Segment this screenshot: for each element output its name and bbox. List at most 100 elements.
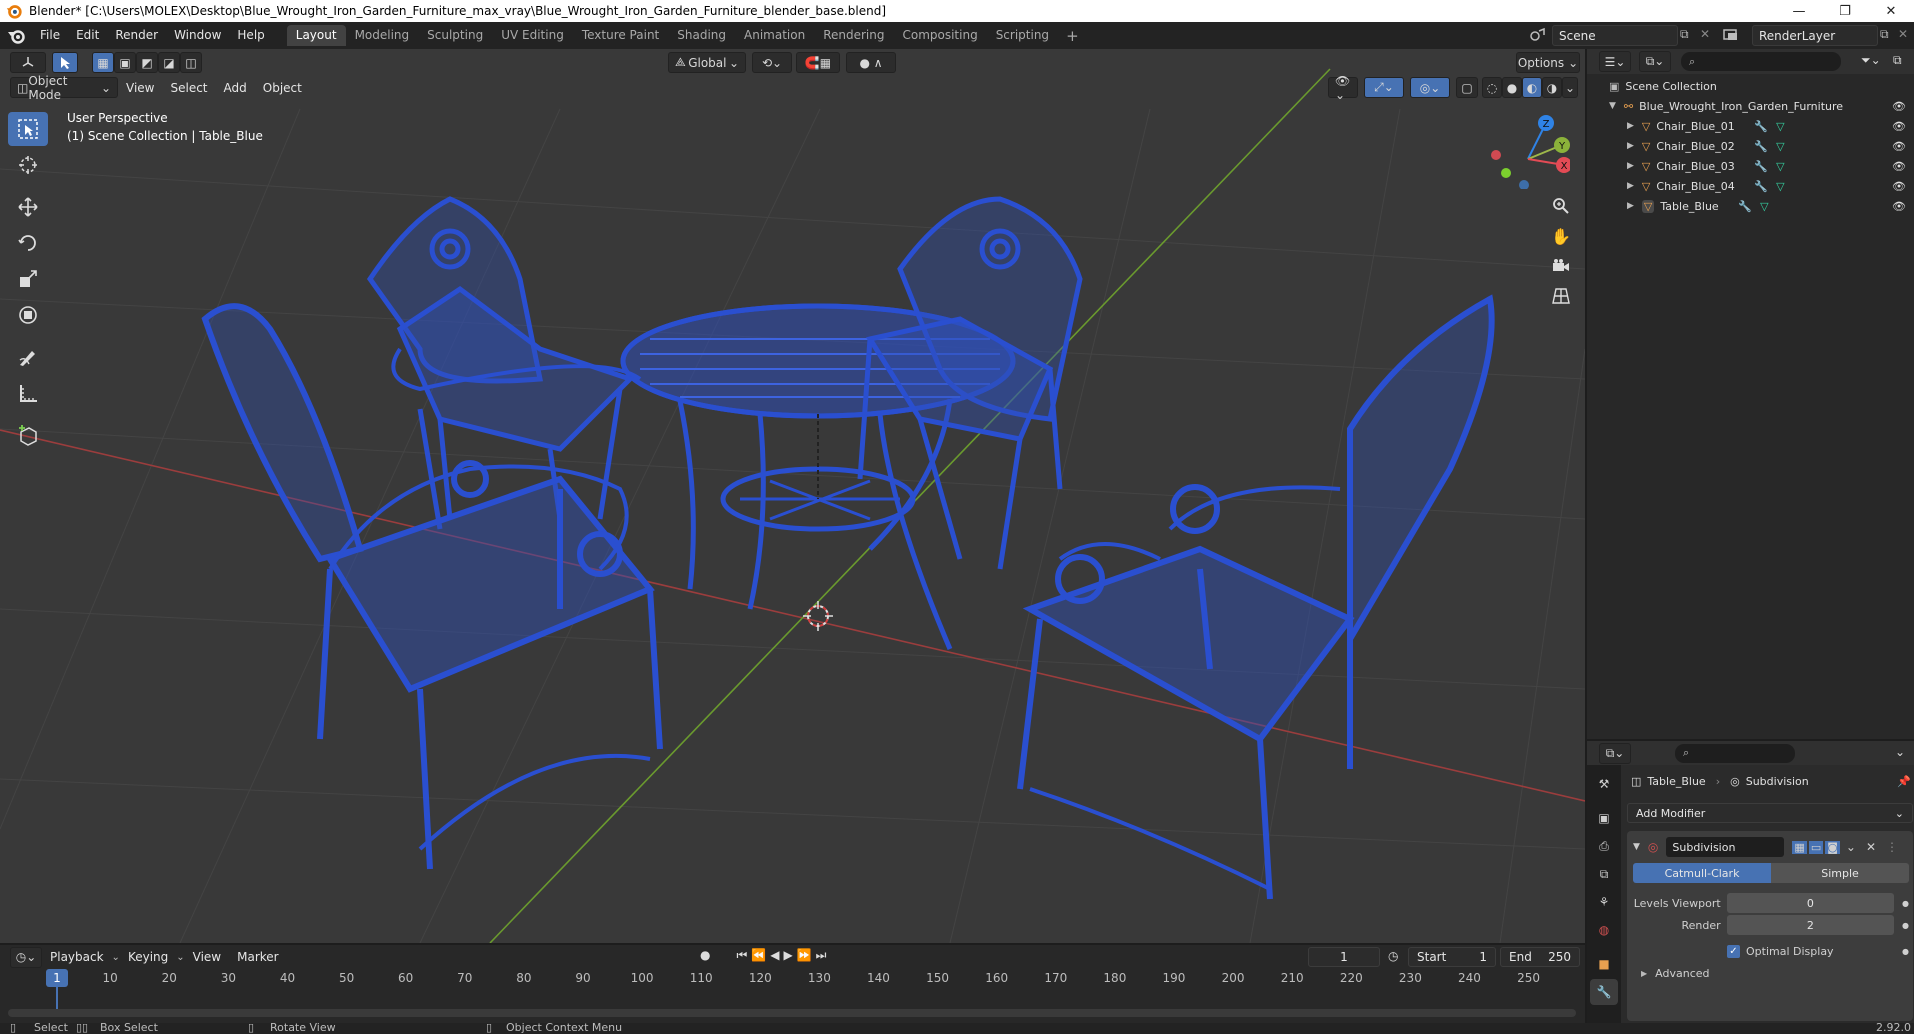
- modifier-wrench-icon[interactable]: 🔧: [1754, 160, 1768, 173]
- gizmo-neg-y-icon[interactable]: [1501, 168, 1511, 178]
- modifier-menu-icon[interactable]: ⌄: [1846, 840, 1856, 854]
- viewport-scene[interactable]: [0, 49, 1585, 943]
- outliner-search-input[interactable]: ⌕: [1681, 52, 1841, 71]
- visibility-toggle-icon[interactable]: 👁⌄: [1328, 74, 1358, 102]
- catmull-clark-button[interactable]: Catmull-Clark: [1633, 863, 1771, 883]
- collapse-icon[interactable]: ▼: [1633, 842, 1640, 852]
- keyframe-dot-icon[interactable]: ●: [1902, 899, 1909, 908]
- chevron-down-icon[interactable]: ⌄: [1895, 745, 1905, 759]
- eye-icon[interactable]: 👁: [1892, 120, 1906, 133]
- tab-rendering[interactable]: Rendering: [814, 25, 893, 46]
- area-divider-vertical[interactable]: [1585, 49, 1587, 1023]
- minimize-button[interactable]: —: [1776, 0, 1822, 22]
- wireframe-shading-icon[interactable]: ◌: [1482, 77, 1502, 98]
- options-dropdown[interactable]: Options ⌄: [1516, 52, 1580, 73]
- pin-icon[interactable]: 📌: [1897, 775, 1911, 788]
- expand-right-icon[interactable]: ▶: [1627, 141, 1634, 151]
- outliner-item-chair-blue-02[interactable]: ▶ ▽ Chair_Blue_02 🔧 ▽ 👁: [1587, 136, 1914, 156]
- intersect-selection-icon[interactable]: ◫: [180, 52, 202, 73]
- close-window-button[interactable]: ✕: [1868, 0, 1914, 22]
- viewport-toggle-icon[interactable]: ▭: [1808, 840, 1824, 854]
- jump-start-icon[interactable]: ⏮: [736, 948, 747, 963]
- mesh-data-icon[interactable]: ▽: [1776, 140, 1784, 153]
- editor-type-button[interactable]: [10, 52, 46, 73]
- timeline-menu-view[interactable]: View: [185, 950, 229, 964]
- eye-icon[interactable]: 👁: [1892, 160, 1906, 173]
- start-frame-field[interactable]: Start 1: [1408, 947, 1496, 967]
- display-mode-dropdown[interactable]: ⧉⌄: [1639, 51, 1671, 72]
- proportional-editing-button[interactable]: ● ∧: [846, 52, 896, 73]
- drag-handle-icon[interactable]: ⋮: [1886, 840, 1898, 854]
- filter-icon[interactable]: ⏷⌄: [1861, 53, 1881, 68]
- gizmo-neg-z-icon[interactable]: [1519, 180, 1529, 189]
- tab-tool[interactable]: ⚒: [1590, 771, 1618, 797]
- tab-texture-paint[interactable]: Texture Paint: [573, 25, 668, 46]
- add-workspace-button[interactable]: +: [1058, 27, 1087, 45]
- modifier-wrench-icon[interactable]: 🔧: [1738, 200, 1752, 213]
- outliner-item-table-blue[interactable]: ▶ ▽ Table_Blue 🔧 ▽ 👁: [1587, 196, 1914, 216]
- modifier-name-field[interactable]: Subdivision: [1666, 837, 1785, 857]
- stopwatch-icon[interactable]: ◷: [1388, 949, 1398, 963]
- new-collection-icon[interactable]: ⧉: [1893, 53, 1902, 68]
- area-divider-horizontal[interactable]: [1587, 739, 1914, 741]
- transform-orientation-dropdown[interactable]: ⟁ Global ⌄: [668, 52, 746, 73]
- record-icon[interactable]: ●: [700, 948, 710, 963]
- solid-shading-icon[interactable]: ●: [1502, 77, 1522, 98]
- tool-add-cube[interactable]: [8, 418, 48, 452]
- tool-rotate[interactable]: [8, 226, 48, 260]
- tab-render[interactable]: ▣: [1590, 805, 1618, 831]
- maximize-button[interactable]: ❐: [1822, 0, 1868, 22]
- menu-edit[interactable]: Edit: [68, 22, 107, 49]
- invert-selection-icon[interactable]: ◪: [158, 52, 180, 73]
- tab-modifiers[interactable]: 🔧: [1590, 979, 1618, 1005]
- gizmo-neg-x-icon[interactable]: [1491, 150, 1501, 160]
- expand-right-icon[interactable]: ▶: [1627, 201, 1634, 211]
- timeline-ruler[interactable]: 1 10 20 30 40 50 60 70 80 90 100 110 120 130 140 150 160…: [0, 969, 1585, 1011]
- shading-options-icon[interactable]: ⌄: [1562, 77, 1578, 98]
- expand-right-icon[interactable]: ▶: [1627, 181, 1634, 191]
- viewport-menu-add[interactable]: Add: [216, 81, 255, 95]
- new-scene-icon[interactable]: ⧉: [1680, 27, 1689, 42]
- outliner-item-chair-blue-01[interactable]: ▶ ▽ Chair_Blue_01 🔧 ▽ 👁: [1587, 116, 1914, 136]
- tab-shading[interactable]: Shading: [668, 25, 735, 46]
- tab-world[interactable]: ◍: [1590, 917, 1618, 943]
- timeline-menu-playback[interactable]: Playback: [42, 950, 112, 964]
- timeline-editor-type[interactable]: ◷⌄: [10, 946, 42, 968]
- mesh-data-icon[interactable]: ▽: [1760, 200, 1768, 213]
- modifier-wrench-icon[interactable]: 🔧: [1754, 120, 1768, 133]
- play-icon[interactable]: ▶: [783, 948, 792, 963]
- tool-transform[interactable]: [8, 298, 48, 332]
- tool-cursor[interactable]: [8, 148, 48, 182]
- viewport-menu-select[interactable]: Select: [162, 81, 215, 95]
- mesh-data-icon[interactable]: ▽: [1776, 120, 1784, 133]
- jump-end-icon[interactable]: ⏭: [816, 948, 827, 963]
- snap-toggle-button[interactable]: 🧲▦: [796, 52, 840, 73]
- remove-modifier-icon[interactable]: ✕: [1866, 840, 1876, 854]
- object-mode-dropdown[interactable]: ◫ Object Mode ⌄: [10, 74, 118, 102]
- delete-view-layer-icon[interactable]: ✕: [1898, 27, 1908, 41]
- eye-icon[interactable]: 👁: [1892, 200, 1906, 213]
- view-layer-icon[interactable]: [1722, 27, 1742, 43]
- tool-move[interactable]: [8, 190, 48, 224]
- timeline-menu-marker[interactable]: Marker: [229, 950, 286, 964]
- advanced-subpanel-header[interactable]: ▶ Advanced: [1641, 967, 1710, 980]
- outliner-collection-row[interactable]: ▼ ⚯ Blue_Wrought_Iron_Garden_Furniture 👁: [1587, 96, 1914, 116]
- expand-right-icon[interactable]: ▶: [1627, 121, 1634, 131]
- new-view-layer-icon[interactable]: ⧉: [1880, 27, 1889, 42]
- select-mode-button[interactable]: [52, 52, 78, 73]
- eye-icon[interactable]: 👁: [1892, 180, 1906, 193]
- edit-mode-toggle-icon[interactable]: ▦: [1792, 840, 1807, 854]
- eye-icon[interactable]: 👁: [1892, 100, 1906, 113]
- tab-modeling[interactable]: Modeling: [346, 25, 419, 46]
- menu-help[interactable]: Help: [229, 22, 272, 49]
- overlays-toggle-icon[interactable]: ◎⌄: [1410, 77, 1450, 98]
- scene-type-icon[interactable]: [1528, 27, 1548, 43]
- mesh-data-icon[interactable]: ▽: [1776, 160, 1784, 173]
- keyframe-dot-icon[interactable]: ●: [1902, 921, 1909, 930]
- scene-selector[interactable]: Scene: [1552, 25, 1678, 46]
- tool-scale[interactable]: [8, 262, 48, 296]
- simple-button[interactable]: Simple: [1771, 863, 1909, 883]
- jump-keyframe-back-icon[interactable]: ⏪: [751, 948, 766, 963]
- current-frame-field[interactable]: 1: [1308, 947, 1380, 967]
- viewport-menu-object[interactable]: Object: [255, 81, 310, 95]
